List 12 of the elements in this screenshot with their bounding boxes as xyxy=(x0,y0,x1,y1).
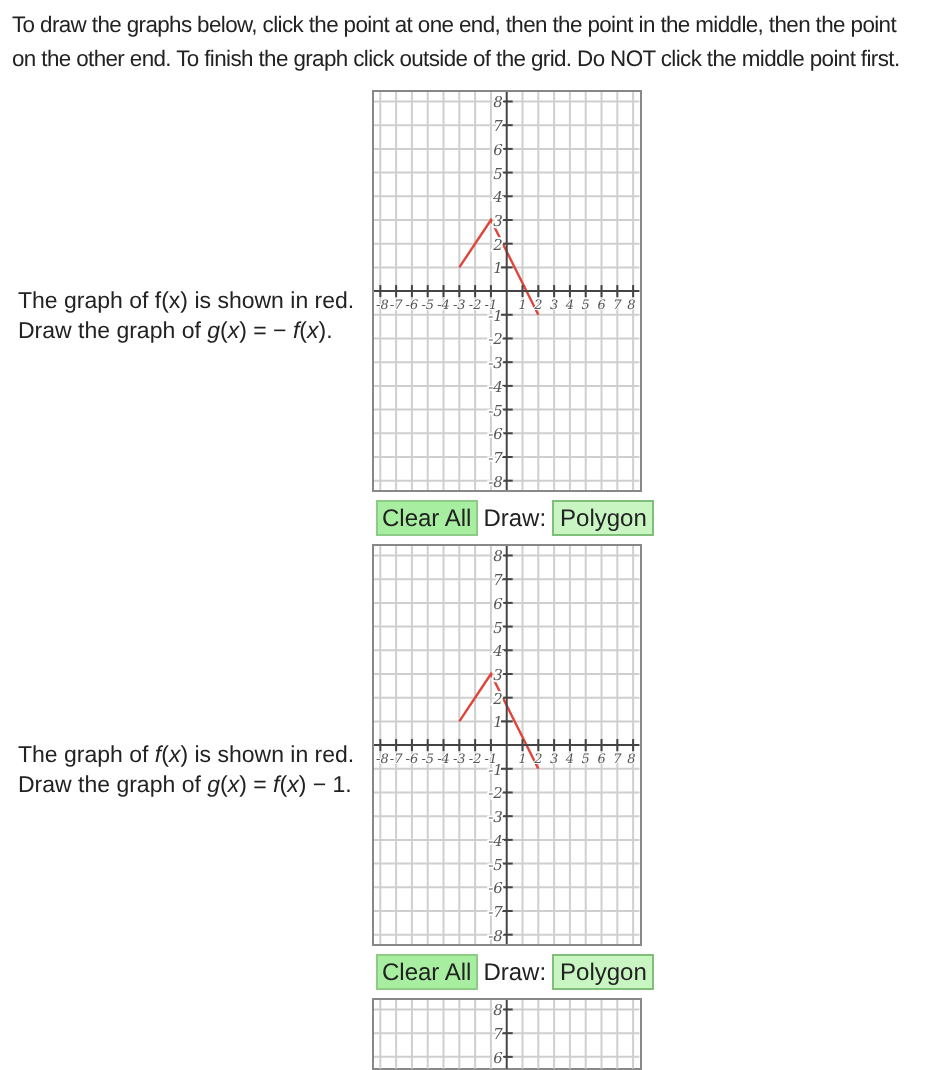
instructions-text: To draw the graphs below, click the point at one end, then the point in the middle, then the point on the other end. To finish the graph click outside of the grid. Do NOT click the middle point first. xyxy=(10,12,902,76)
clear-all-button[interactable]: Clear All xyxy=(376,954,478,991)
statement-text: Draw the graph of g(x) = − f(x). xyxy=(18,317,335,348)
draw-label: Draw: xyxy=(483,956,547,989)
y-axis xyxy=(499,1000,514,1070)
statement-text: The graph of f(x) is shown in red. xyxy=(18,741,357,772)
statement-text: The graph of f(x) is shown in red. xyxy=(18,287,357,318)
polygon-mode-button[interactable]: Polygon xyxy=(552,954,655,991)
clear-all-button[interactable]: Clear All xyxy=(376,500,478,537)
draw-label: Draw: xyxy=(483,502,547,535)
polygon-mode-button[interactable]: Polygon xyxy=(552,500,655,537)
statement-text: Draw the graph of g(x) = f(x) − 1. xyxy=(18,771,354,802)
